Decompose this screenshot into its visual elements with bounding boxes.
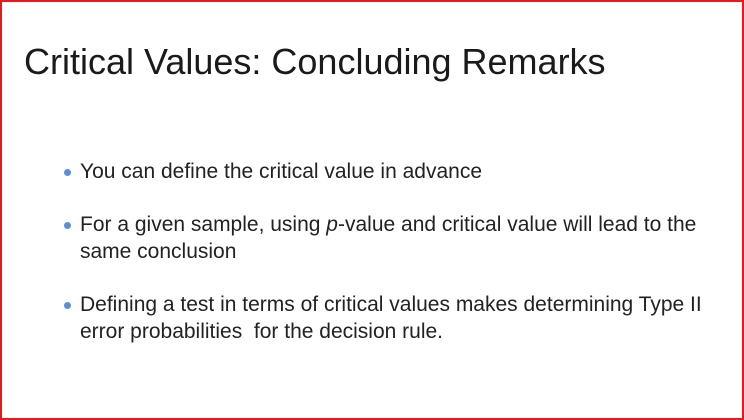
slide-title: Critical Values: Concluding Remarks bbox=[24, 41, 606, 82]
bullet-dot-icon bbox=[64, 302, 71, 309]
bullet-text-italic: p bbox=[326, 213, 338, 236]
bullet-text: Defining a test in terms of critical val… bbox=[80, 293, 708, 343]
slide-frame: Critical Values: Concluding Remarks You … bbox=[0, 0, 744, 420]
bullet-item-3: Defining a test in terms of critical val… bbox=[64, 291, 704, 345]
bullet-item-2: For a given sample, using p-value and cr… bbox=[64, 211, 704, 265]
bullet-text-prefix: For a given sample, using bbox=[80, 213, 327, 236]
bullet-list: You can define the critical value in adv… bbox=[64, 158, 704, 371]
bullet-text: You can define the critical value in adv… bbox=[80, 160, 482, 183]
bullet-item-1: You can define the critical value in adv… bbox=[64, 158, 704, 185]
bullet-dot-icon bbox=[64, 169, 71, 176]
bullet-dot-icon bbox=[64, 222, 71, 229]
